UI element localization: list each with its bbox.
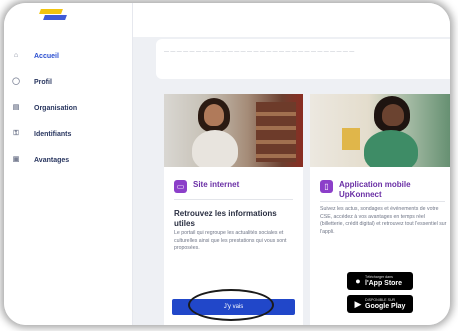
divider	[320, 201, 445, 202]
app-store-badge[interactable]: ● Télécharger dans l'App Store	[347, 272, 413, 290]
home-icon: ⌂	[13, 52, 19, 59]
sidebar-item-label: Accueil	[34, 52, 59, 60]
monitor-icon: ▭	[174, 180, 187, 193]
highlight-circle	[188, 289, 274, 321]
card-title: Site internet	[193, 180, 240, 189]
mobile-app-photo	[310, 94, 450, 167]
sidebar-item-profil[interactable]: ◯ Profil	[12, 69, 130, 95]
google-play-badge[interactable]: ▶ DISPONIBLE SUR Google Play	[347, 295, 413, 313]
website-card-header: ▭ Site internet	[174, 180, 239, 193]
building-icon: ▤	[12, 104, 20, 111]
top-bar	[133, 3, 450, 37]
sidebar-item-identifiants[interactable]: ⚿ Identifiants	[12, 121, 130, 147]
sidebar-item-label: Organisation	[34, 104, 78, 112]
sidebar-item-organisation[interactable]: ▤ Organisation	[12, 95, 130, 121]
sidebar-item-label: Identifiants	[34, 130, 72, 138]
divider	[174, 199, 293, 200]
phone-icon: ▯	[320, 180, 333, 193]
sidebar-item-label: Avantages	[34, 156, 70, 164]
google-play-icon: ▶	[354, 298, 362, 309]
card-title: Application mobile UpKonnect	[339, 180, 411, 199]
sidebar-nav: ⌂ Accueil ◯ Profil ▤ Organisation ⚿ Iden…	[12, 43, 130, 173]
gift-icon: ▣	[12, 156, 20, 163]
blurred-text: — — — — — — — — — — — — — — — — — — — — …	[164, 49, 355, 55]
apple-icon: ●	[355, 276, 361, 286]
card-subtitle: Retrouvez les informations utiles	[174, 209, 277, 228]
user-icon: ◯	[12, 78, 20, 85]
google-play-big: Google Play	[365, 303, 406, 310]
app-frame: ⌂ Accueil ◯ Profil ▤ Organisation ⚿ Iden…	[4, 3, 450, 325]
website-photo	[164, 94, 303, 167]
card-description: Le portail qui regroupe les actualités s…	[174, 230, 287, 251]
info-banner: — — — — — — — — — — — — — — — — — — — — …	[156, 39, 450, 79]
key-icon: ⚿	[13, 130, 19, 137]
sidebar-item-avantages[interactable]: ▣ Avantages	[12, 147, 130, 173]
brand-logo[interactable]	[39, 9, 68, 21]
sidebar: ⌂ Accueil ◯ Profil ▤ Organisation ⚿ Iden…	[4, 3, 133, 325]
card-description: Suivez les actus, sondages et événements…	[320, 206, 447, 235]
sidebar-item-label: Profil	[34, 78, 52, 86]
main-content: — — — — — — — — — — — — — — — — — — — — …	[133, 3, 450, 325]
sidebar-item-accueil[interactable]: ⌂ Accueil	[12, 43, 130, 69]
app-store-big: l'App Store	[365, 280, 403, 287]
mobile-app-card: ▯ Application mobile UpKonnect Suivez le…	[310, 94, 450, 325]
mobile-app-card-header: ▯ Application mobile UpKonnect	[320, 180, 449, 200]
